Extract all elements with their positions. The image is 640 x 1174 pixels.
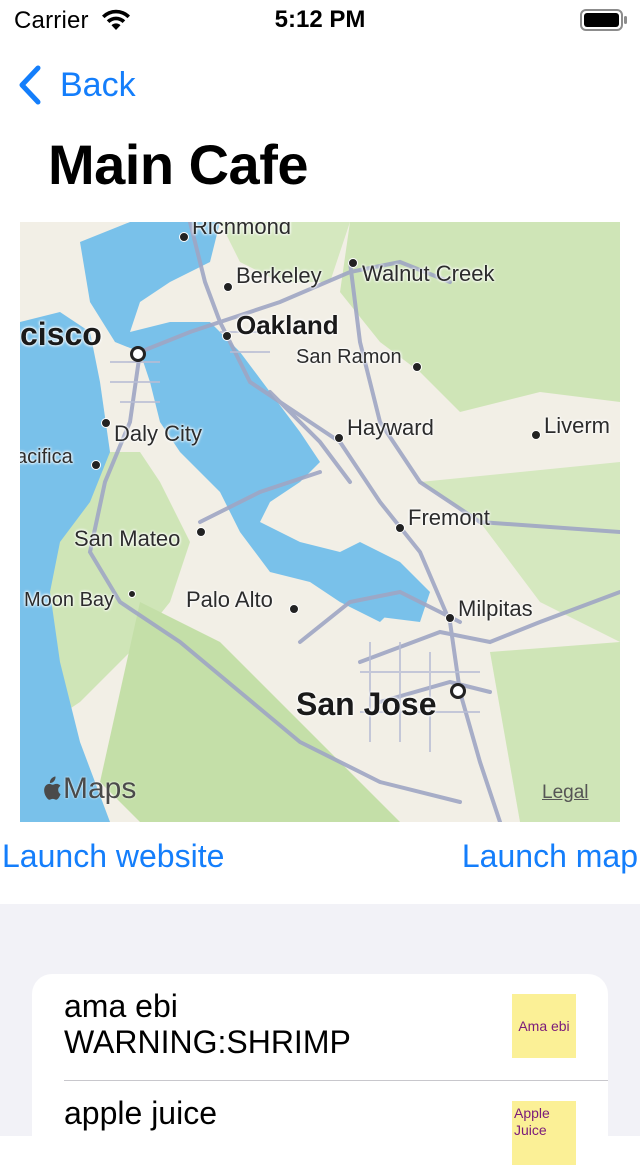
page-title: Main Cafe [48, 133, 309, 196]
map-label-livermore: Liverm [544, 413, 611, 438]
map-marker-san-ramon [412, 362, 422, 372]
map-label-daly-city: Daly City [114, 421, 203, 446]
map-marker-oakland [222, 331, 232, 341]
maps-attribution-label: Maps [63, 772, 137, 805]
back-button[interactable]: Back [16, 60, 136, 110]
map-label-hayward: Hayward [347, 415, 434, 440]
menu-item-thumbnail-label: Apple Juice [514, 1105, 550, 1138]
legal-link[interactable]: Legal [542, 782, 589, 804]
clock-label: 5:12 PM [274, 6, 366, 33]
map-label-pacifica: acifica [20, 446, 73, 468]
map-marker-daly-city [101, 418, 111, 428]
map-label-walnut-creek: Walnut Creek [362, 261, 495, 286]
map-marker-san-francisco [130, 346, 146, 362]
map-label-san-francisco: cisco [20, 316, 102, 352]
map-marker-berkeley [223, 282, 233, 292]
launch-map-button[interactable]: Launch map [462, 838, 638, 875]
map-marker-palo-alto [289, 604, 299, 614]
map-label-san-mateo: San Mateo [74, 526, 181, 551]
map-label-san-ramon: San Ramon [296, 346, 402, 368]
map-marker-walnut-creek [348, 258, 358, 268]
map-label-milpitas: Milpitas [458, 596, 533, 621]
map-marker-milpitas [445, 613, 455, 623]
menu-item-apple-juice[interactable]: apple juice Apple Juice [64, 1080, 608, 1174]
map-label-san-jose: San Jose [296, 686, 437, 722]
map-marker-pacifica [91, 460, 101, 470]
menu-item-ama-ebi[interactable]: ama ebi WARNING:SHRIMP Ama ebi [32, 974, 608, 1080]
map-marker-livermore [531, 430, 541, 440]
map-label-palo-alto: Palo Alto [186, 587, 273, 612]
maps-attribution: Maps [40, 772, 136, 806]
menu-item-text: apple juice [64, 1095, 217, 1131]
map-marker-san-jose [450, 683, 466, 699]
menu-list: ama ebi WARNING:SHRIMP Ama ebi apple jui… [32, 974, 608, 1174]
map-label-fremont: Fremont [408, 505, 490, 530]
map-label-richmond: Richmond [192, 222, 292, 239]
menu-item-thumbnail-label: Ama ebi [518, 1017, 570, 1034]
menu-item-name: apple juice [64, 1095, 217, 1131]
chevron-left-icon [19, 65, 41, 105]
back-label: Back [60, 65, 136, 104]
map-label-oakland: Oakland [236, 310, 339, 340]
map-marker-hayward [334, 433, 344, 443]
menu-item-name: ama ebi [64, 988, 178, 1024]
menu-item-text: ama ebi WARNING:SHRIMP [64, 988, 351, 1060]
map-marker-richmond [179, 232, 189, 242]
map-marker-fremont [395, 523, 405, 533]
menu-item-warning: WARNING:SHRIMP [64, 1024, 351, 1060]
map-marker-san-mateo [196, 527, 206, 537]
launch-website-button[interactable]: Launch website [2, 838, 224, 875]
battery-icon [580, 9, 627, 31]
map-view[interactable]: Richmond Berkeley Walnut Creek Oakland c… [20, 222, 620, 822]
map-label-moon-bay: Moon Bay [24, 589, 115, 611]
status-bar: Carrier 5:12 PM [0, 0, 640, 40]
menu-item-thumbnail: Ama ebi [512, 994, 576, 1058]
map-label-berkeley: Berkeley [236, 263, 322, 288]
map-marker-moon-bay [128, 590, 136, 598]
apple-logo-icon [44, 776, 61, 800]
menu-item-thumbnail: Apple Juice [512, 1101, 576, 1165]
